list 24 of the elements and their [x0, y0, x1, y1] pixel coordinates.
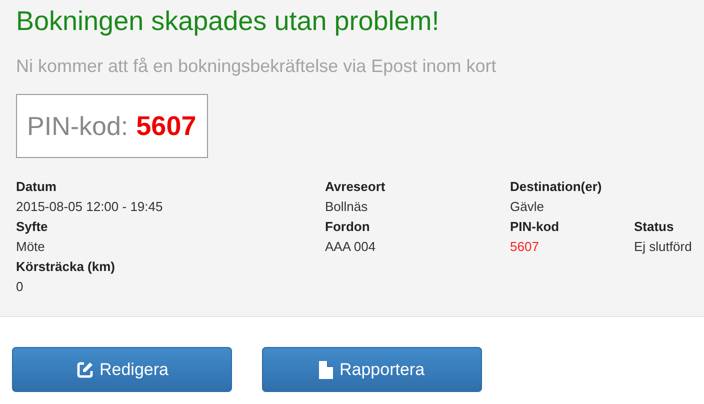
- report-button[interactable]: Rapportera: [262, 347, 482, 392]
- field-value: 0: [16, 278, 24, 296]
- field-value: Ej slutförd: [634, 238, 693, 256]
- pin-value: 5607: [136, 110, 196, 143]
- field-value: 5607: [510, 238, 540, 256]
- field-label: Syfte: [16, 218, 49, 236]
- field-label: Fordon: [325, 218, 371, 236]
- field-label: Avreseort: [325, 178, 386, 196]
- confirmation-text: Ni kommer att få en bokningsbekräftelse via Epost inom kort: [16, 55, 498, 77]
- edit-icon: [76, 360, 94, 378]
- document-icon: [319, 360, 334, 378]
- field-label: Datum: [16, 178, 58, 196]
- field-label: Destination(er): [510, 178, 603, 196]
- edit-button[interactable]: Redigera: [12, 347, 232, 392]
- field-label: Status: [634, 218, 675, 236]
- field-value: Gävle: [510, 198, 545, 216]
- field-value: Möte: [16, 238, 46, 256]
- pin-label: PIN-kod:: [27, 110, 128, 143]
- field-value: AAA 004: [325, 238, 377, 256]
- field-label: PIN-kod: [510, 218, 560, 236]
- field-value: 2015-08-05 12:00 - 19:45: [16, 198, 164, 216]
- field-value: Bollnäs: [325, 198, 369, 216]
- success-heading: Bokningen skapades utan problem!: [16, 5, 440, 38]
- field-label: Körsträcka (km): [16, 258, 116, 276]
